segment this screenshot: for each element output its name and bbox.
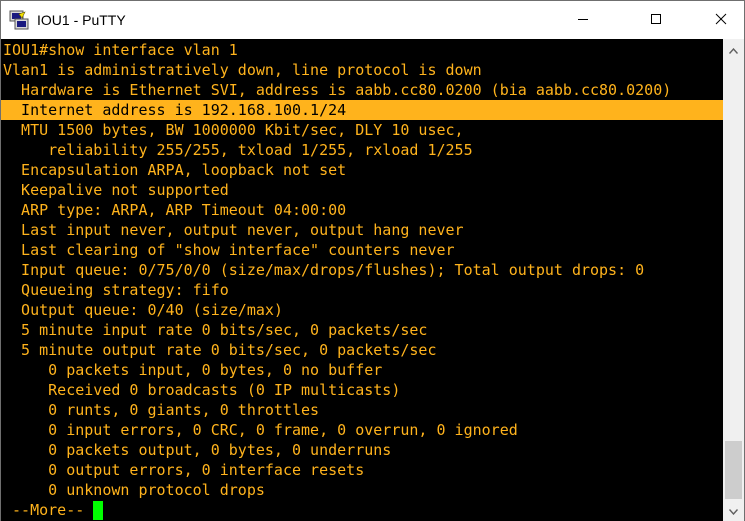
terminal-line: Received 0 broadcasts (0 IP multicasts): [3, 381, 401, 399]
terminal-line: Internet address is 192.168.100.1/24: [1, 100, 723, 120]
terminal-line: IOU1#show interface vlan 1: [3, 41, 238, 59]
terminal-line: Input queue: 0/75/0/0 (size/max/drops/fl…: [3, 261, 645, 279]
terminal-line: 5 minute input rate 0 bits/sec, 0 packet…: [3, 321, 428, 339]
terminal-line: Last clearing of "show interface" counte…: [3, 241, 455, 259]
maximize-button[interactable]: [633, 1, 679, 39]
scroll-up-button[interactable]: [723, 41, 744, 58]
putty-icon[interactable]: [9, 10, 29, 30]
terminal-line: MTU 1500 bytes, BW 1000000 Kbit/sec, DLY…: [3, 121, 464, 139]
scroll-up-arrow-icon: [728, 41, 739, 59]
terminal-line: Encapsulation ARPA, loopback not set: [3, 161, 347, 179]
scrollbar-thumb[interactable]: [725, 441, 742, 499]
terminal-line: 0 packets output, 0 bytes, 0 underruns: [3, 441, 392, 459]
terminal-output[interactable]: IOU1#show interface vlan 1 Vlan1 is admin…: [1, 39, 723, 521]
close-icon: [715, 12, 727, 28]
minimize-icon: [577, 12, 589, 28]
terminal-line: Last input never, output never, output h…: [3, 221, 464, 239]
terminal-line: 0 input errors, 0 CRC, 0 frame, 0 overru…: [3, 421, 518, 439]
more-prompt: --More--: [3, 501, 94, 519]
terminal-line: Queueing strategy: fifo: [3, 281, 229, 299]
terminal-line: Hardware is Ethernet SVI, address is aab…: [3, 81, 672, 99]
terminal-line: 0 packets input, 0 bytes, 0 no buffer: [3, 361, 383, 379]
maximize-icon: [650, 12, 662, 28]
close-button[interactable]: [698, 1, 744, 39]
vertical-scrollbar[interactable]: [723, 39, 744, 521]
terminal-line: ARP type: ARPA, ARP Timeout 04:00:00: [3, 201, 347, 219]
window-title: IOU1 - PuTTY: [37, 12, 126, 28]
terminal-line: 0 runts, 0 giants, 0 throttles: [3, 401, 320, 419]
terminal-line: Keepalive not supported: [3, 181, 229, 199]
minimize-button[interactable]: [560, 1, 606, 39]
terminal-line: reliability 255/255, txload 1/255, rxloa…: [3, 141, 473, 159]
text-cursor: [93, 501, 104, 520]
terminal-line: 5 minute output rate 0 bits/sec, 0 packe…: [3, 341, 437, 359]
scroll-down-arrow-icon: [728, 502, 739, 520]
terminal-line: 0 output errors, 0 interface resets: [3, 461, 365, 479]
terminal-line: 0 unknown protocol drops: [3, 481, 265, 499]
putty-window: IOU1 - PuTTY IOU1#show interface vlan 1 V…: [0, 0, 745, 521]
title-bar[interactable]: IOU1 - PuTTY: [1, 1, 744, 39]
scroll-down-button[interactable]: [723, 502, 744, 519]
terminal-line: Vlan1 is administratively down, line pro…: [3, 61, 482, 79]
terminal-line: Output queue: 0/40 (size/max): [3, 301, 283, 319]
